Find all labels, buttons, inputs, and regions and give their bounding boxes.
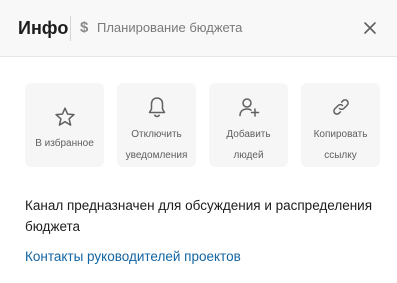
action-buttons: В избранное Отключить уведомления Добави… [25, 83, 380, 167]
panel-header: Инфо $ Планирование бюджета [0, 0, 397, 57]
star-icon [53, 105, 77, 129]
project-leads-contacts-link[interactable]: Контакты руководителей проектов [25, 247, 241, 267]
copy-link-button[interactable]: Копировать ссылку [301, 83, 380, 167]
bell-icon [145, 95, 169, 119]
link-icon [329, 95, 353, 119]
header-divider [70, 16, 71, 41]
close-icon[interactable] [361, 19, 379, 37]
mute-notifications-button[interactable]: Отключить уведомления [117, 83, 196, 167]
channel-name-container: $ Планирование бюджета [80, 19, 242, 37]
action-label: В избранное [35, 138, 94, 149]
add-user-icon [237, 95, 261, 119]
action-label: Отключить уведомления [125, 129, 188, 161]
add-to-favorites-button[interactable]: В избранное [25, 83, 104, 167]
action-label: Добавить людей [226, 129, 271, 161]
channel-description: Канал предназначен для обсуждения и расп… [25, 198, 373, 234]
channel-info-panel: Инфо $ Планирование бюджета В избранное [0, 0, 397, 283]
add-people-button[interactable]: Добавить людей [209, 83, 288, 167]
action-label: Копировать ссылку [313, 129, 368, 161]
dollar-icon: $ [80, 19, 89, 36]
panel-title: Инфо [18, 18, 69, 38]
channel-name: Планирование бюджета [97, 20, 243, 35]
